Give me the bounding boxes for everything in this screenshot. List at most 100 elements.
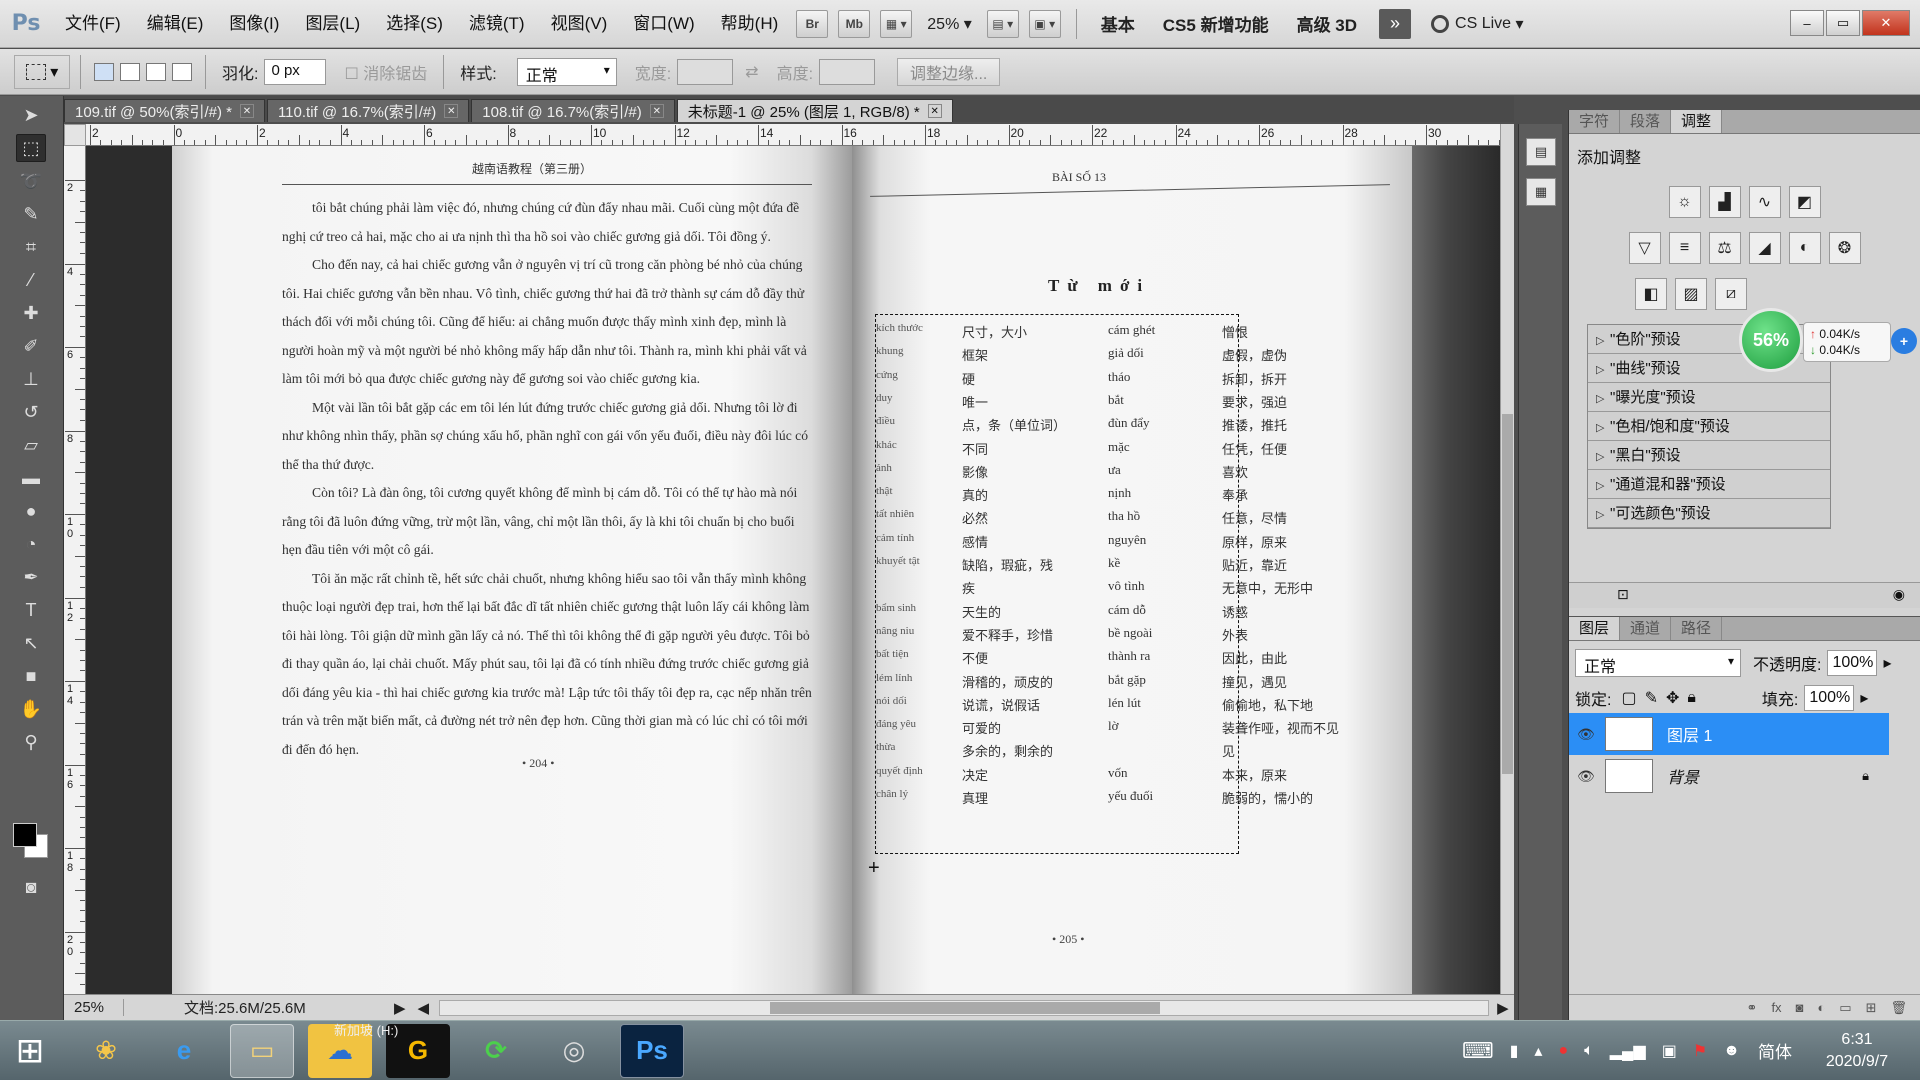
ie-icon[interactable]: e — [152, 1024, 216, 1078]
quick-mask-icon[interactable]: ◙ — [16, 873, 46, 901]
eyedropper-icon[interactable]: ⁄ — [16, 266, 46, 294]
actions-panel-icon[interactable]: ▦ — [1526, 178, 1556, 206]
screen-mode-button[interactable]: ▣ ▾ — [1028, 9, 1061, 38]
channel-mixer-icon[interactable]: ❂ — [1828, 232, 1861, 264]
cs-live-button[interactable]: CS Live ▾ — [1431, 14, 1524, 34]
tab-layers[interactable]: 图层 — [1569, 617, 1621, 640]
close-icon[interactable]: ✕ — [649, 104, 664, 118]
view-extras-button[interactable]: ▦ ▾ — [880, 9, 913, 38]
menu-layer[interactable]: 图层(L) — [292, 0, 373, 48]
hand-icon[interactable]: ✋ — [16, 695, 46, 723]
height-input[interactable] — [819, 58, 876, 85]
close-icon[interactable]: ✕ — [239, 104, 254, 118]
vertical-ruler[interactable]: 2 4 6 8 1 0 1 2 1 4 1 6 1 8 2 0 — [64, 146, 86, 1006]
restore-button[interactable]: ▭ — [1826, 10, 1860, 36]
zoom-level-select[interactable]: 25% ▾ — [927, 14, 972, 34]
shape-icon[interactable]: ■ — [16, 662, 46, 690]
tab-paragraph[interactable]: 段落 — [1620, 110, 1672, 133]
qq-icon[interactable]: ☻ — [1723, 1042, 1740, 1060]
fill-input[interactable]: 100% — [1804, 685, 1855, 711]
start-icon[interactable]: ⊞ — [0, 1021, 60, 1080]
trash-icon[interactable]: 🗑︎ — [1890, 1000, 1907, 1016]
explorer-icon[interactable]: ▭ — [230, 1023, 294, 1078]
layer-name[interactable]: 背景 — [1667, 764, 1699, 788]
status-doc-size[interactable]: 文档:25.6M/25.6M — [184, 997, 394, 1018]
mini-bridge-button[interactable]: Mb — [838, 9, 871, 38]
menu-view[interactable]: 视图(V) — [538, 0, 621, 48]
keyboard-icon[interactable]: ⌨ — [1462, 1038, 1494, 1064]
healing-icon[interactable]: ✚ — [16, 299, 46, 327]
marquee-selection[interactable] — [875, 314, 1239, 854]
document-canvas[interactable]: 越南语教程（第三册） tôi bắt chúng phải làm việc đ… — [86, 146, 1500, 994]
workspace-essentials[interactable]: 基本 — [1087, 11, 1149, 36]
tab-character[interactable]: 字符 — [1569, 110, 1621, 133]
volume-icon[interactable]: 🔈︎ — [1584, 1042, 1594, 1060]
preset-exposure[interactable]: ▷ "曝光度"预设 — [1588, 383, 1830, 412]
invert-icon[interactable]: ◧ — [1635, 278, 1667, 310]
zoom-icon[interactable]: ⚲ — [16, 728, 46, 756]
device-icon[interactable]: ▣ — [1662, 1041, 1677, 1061]
status-zoom[interactable]: 25% — [64, 999, 124, 1016]
bridge-button[interactable]: Br — [796, 9, 829, 38]
new-selection-icon[interactable] — [94, 62, 114, 81]
preset-channel-mixer[interactable]: ▷ "通道混和器"预设 — [1588, 470, 1830, 499]
menu-help[interactable]: 帮助(H) — [708, 0, 792, 48]
stamp-icon[interactable]: ⊥ — [16, 365, 46, 393]
menu-select[interactable]: 选择(S) — [373, 0, 456, 48]
brightness-icon[interactable]: ☼ — [1668, 186, 1701, 218]
arrange-documents-button[interactable]: ▤ ▾ — [986, 9, 1019, 38]
gradient-icon[interactable]: ▬ — [16, 464, 46, 492]
menu-image[interactable]: 图像(I) — [216, 0, 292, 48]
intersect-selection-icon[interactable] — [172, 62, 192, 81]
adjustment-layer-icon[interactable]: ◐ — [1817, 1000, 1825, 1015]
menu-window[interactable]: 窗口(W) — [620, 0, 707, 48]
swap-icon[interactable]: ⇄ — [745, 62, 758, 82]
preset-selective-color[interactable]: ▷ "可选颜色"预设 — [1588, 499, 1830, 528]
style-select[interactable]: 正常 — [516, 57, 617, 86]
horizontal-ruler[interactable]: 2 0 2 4 6 8 10 12 14 16 18 20 22 24 26 28 30 — [86, 124, 1500, 146]
clock[interactable]: 6:31 2020/9/7 — [1802, 1029, 1912, 1073]
lock-position-icon[interactable]: ✥ — [1666, 688, 1679, 708]
tab-doc-untitled[interactable]: 未标题-1 @ 25% (图层 1, RGB/8) * ✕ — [676, 99, 953, 122]
layer-name[interactable]: 图层 1 — [1667, 722, 1712, 746]
network-add-button[interactable]: + — [1891, 328, 1917, 354]
pen-icon[interactable]: ✒ — [16, 563, 46, 591]
crop-icon[interactable]: ⌗ — [16, 233, 46, 261]
scroll-right-icon[interactable]: ▶ — [1497, 999, 1509, 1017]
fill-slider-arrow[interactable]: ▸ — [1860, 688, 1868, 708]
brush-icon[interactable]: ✐ — [16, 332, 46, 360]
status-menu-arrow[interactable]: ▶ — [394, 999, 406, 1017]
lock-transparent-icon[interactable]: ▢ — [1621, 688, 1636, 708]
eye-icon[interactable]: 👁︎ — [1577, 768, 1599, 785]
layer-row-background[interactable]: 👁︎ 背景 🔒︎ — [1569, 755, 1889, 797]
close-button[interactable]: ✕ — [1862, 10, 1910, 36]
close-icon[interactable]: ✕ — [927, 104, 942, 118]
network-speed-badge[interactable]: 56% — [1739, 308, 1803, 372]
workspace-cs5-new[interactable]: CS5 新增功能 — [1149, 11, 1283, 36]
path-select-icon[interactable]: ↖ — [16, 629, 46, 657]
menu-edit[interactable]: 编辑(E) — [134, 0, 217, 48]
link-icon[interactable]: ⚭ — [1747, 1000, 1758, 1016]
workspace-3d[interactable]: 高级 3D — [1283, 11, 1371, 36]
type-icon[interactable]: T — [16, 596, 46, 624]
visibility-icon[interactable]: ◉ — [1893, 586, 1905, 603]
photo-filter-icon[interactable]: ◐ — [1788, 232, 1821, 264]
new-layer-icon[interactable]: ⊞ — [1866, 1000, 1877, 1016]
blend-mode-select[interactable]: 正常 — [1575, 649, 1741, 677]
eraser-icon[interactable]: ▱ — [16, 431, 46, 459]
preset-hue-saturation[interactable]: ▷ "色相/饱和度"预设 — [1588, 412, 1830, 441]
subtract-selection-icon[interactable] — [146, 62, 166, 81]
ball-icon[interactable]: ◎ — [542, 1024, 606, 1078]
scroll-thumb[interactable] — [1502, 414, 1513, 774]
tray-up-icon[interactable]: ▴ — [1534, 1041, 1542, 1061]
opacity-input[interactable]: 100% — [1827, 650, 1878, 676]
history-brush-icon[interactable]: ↺ — [16, 398, 46, 426]
tab-channels[interactable]: 通道 — [1620, 617, 1672, 640]
blur-icon[interactable]: ● — [16, 497, 46, 525]
menu-filter[interactable]: 滤镜(T) — [456, 0, 538, 48]
refine-edge-button[interactable]: 调整边缘... — [897, 57, 1001, 86]
lasso-icon[interactable]: ➰ — [16, 167, 46, 195]
antialias-checkbox[interactable]: ☐ 消除锯齿 — [344, 60, 427, 84]
threshold-icon[interactable]: ⧄ — [1715, 278, 1747, 310]
levels-icon[interactable]: ▟ — [1708, 186, 1741, 218]
